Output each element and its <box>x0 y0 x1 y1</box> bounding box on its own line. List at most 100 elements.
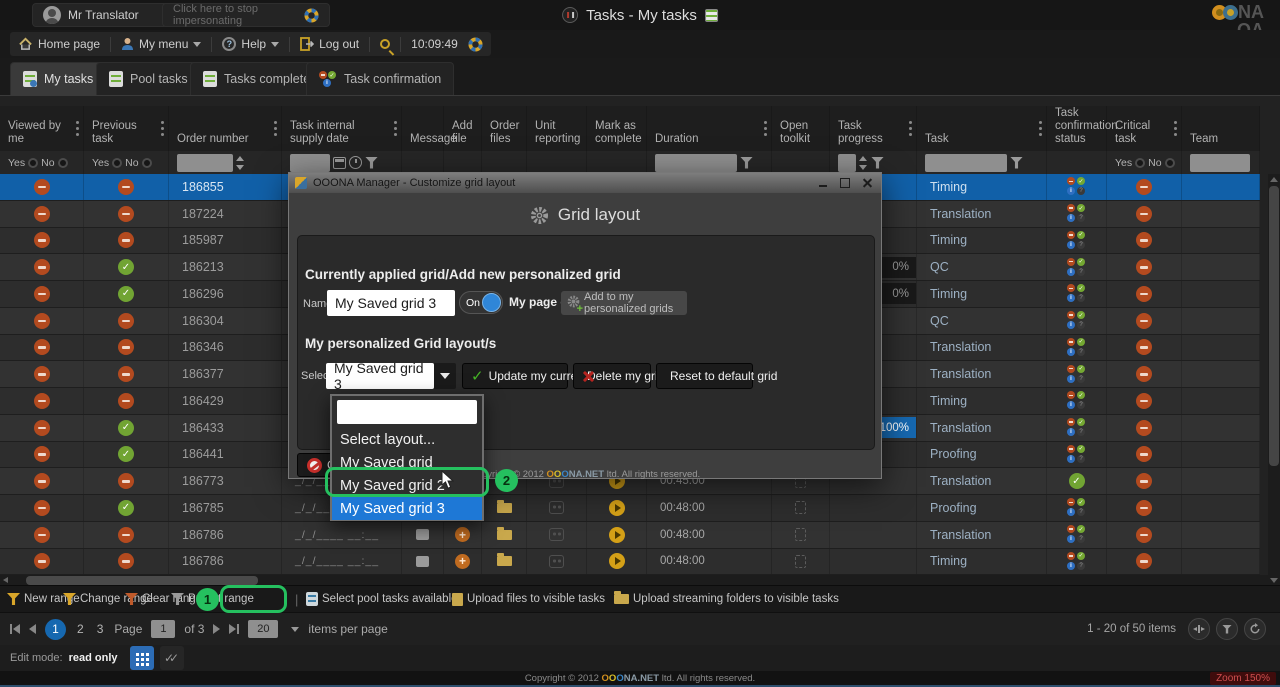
cell-mark-as-complete[interactable] <box>587 522 647 548</box>
filter-funnel-icon[interactable] <box>871 157 884 169</box>
search-button[interactable] <box>380 39 390 49</box>
column-menu-icon[interactable] <box>1039 121 1042 124</box>
cell-mark-as-complete[interactable] <box>587 495 647 521</box>
column-menu-icon[interactable] <box>1174 121 1177 124</box>
grid-name-input[interactable]: My Saved grid 3 <box>327 290 455 316</box>
tab-my-tasks[interactable]: My tasks <box>10 62 106 95</box>
column-menu-icon[interactable] <box>909 121 912 124</box>
upload-streaming-button[interactable]: Upload streaming folders to visible task… <box>614 593 839 605</box>
spinner-icon[interactable] <box>859 155 868 171</box>
cell-add-file[interactable] <box>444 522 482 548</box>
upload-files-button[interactable]: Upload files to visible tasks <box>452 593 605 606</box>
next-page-button[interactable] <box>213 624 220 634</box>
grid-mode-button[interactable] <box>130 646 154 670</box>
no-radio[interactable] <box>142 158 152 168</box>
combo-dropdown-button[interactable] <box>434 363 456 389</box>
page-number-input[interactable] <box>151 620 175 638</box>
dropdown-filter-input[interactable] <box>337 400 477 424</box>
select-pool-tasks-button[interactable]: Select pool tasks available <box>306 592 458 606</box>
filter-funnel-icon[interactable] <box>740 157 753 169</box>
cell-open-toolkit[interactable] <box>772 549 830 575</box>
cell-team <box>1182 522 1260 548</box>
chevron-down-icon[interactable] <box>291 627 299 632</box>
grid-view-icon[interactable] <box>705 9 718 22</box>
yes-radio[interactable] <box>1135 158 1145 168</box>
dialog-title-bar[interactable]: OOONA Manager - Customize grid layout <box>289 173 881 193</box>
cell-order-files[interactable] <box>482 495 527 521</box>
minimize-button[interactable] <box>815 177 831 190</box>
current-user[interactable]: Mr Translator <box>32 3 174 27</box>
page-1-button[interactable]: 1 <box>45 619 66 640</box>
column-menu-icon[interactable] <box>274 121 277 124</box>
cell-order-files[interactable] <box>482 549 527 575</box>
cell-message[interactable] <box>402 549 444 575</box>
column-menu-icon[interactable] <box>764 121 767 124</box>
grid-select-combo[interactable]: My Saved grid 3 <box>326 363 434 389</box>
delete-grid-button[interactable]: Delete my grid <box>573 363 651 389</box>
reset-grid-button[interactable]: Reset to default grid <box>656 363 753 389</box>
refresh-button[interactable] <box>1244 618 1266 640</box>
fit-columns-button[interactable] <box>1188 618 1210 640</box>
clear-filters-button[interactable] <box>1216 618 1238 640</box>
tab-task-confirmation[interactable]: Task confirmation <box>306 62 454 95</box>
table-row[interactable]: 186785_/_/____ __:__00:48:00Proofing <box>0 495 1260 522</box>
vertical-scroll-thumb[interactable] <box>1269 186 1279 466</box>
home-page-menu-item[interactable]: Home page <box>18 37 100 51</box>
filter-previous-task: YesNo <box>84 151 169 174</box>
dropdown-item-select-layout[interactable]: Select layout... <box>332 428 482 451</box>
cell-unit-reporting[interactable] <box>527 495 587 521</box>
table-row[interactable]: 186786_/_/____ __:__00:48:00Timing <box>0 549 1260 576</box>
page-3-button[interactable]: 3 <box>95 622 106 636</box>
page-default-toggle[interactable]: On <box>459 291 503 314</box>
no-radio[interactable] <box>1165 158 1175 168</box>
filter-input[interactable] <box>838 154 856 172</box>
help-menu-item[interactable]: ? Help <box>222 37 279 51</box>
scroll-left-icon[interactable] <box>3 577 8 583</box>
update-grid-button[interactable]: ✓ Update my current grid <box>462 363 568 389</box>
vertical-scrollbar[interactable] <box>1268 174 1280 586</box>
cell-unit-reporting[interactable] <box>527 549 587 575</box>
cell-add-file[interactable] <box>444 549 482 575</box>
page-2-button[interactable]: 2 <box>75 622 86 636</box>
life-ring-icon[interactable] <box>468 37 483 52</box>
clock-icon[interactable] <box>349 156 362 169</box>
last-page-button[interactable] <box>229 624 239 634</box>
stop-impersonating-button[interactable]: Click here to stop impersonating <box>162 3 330 27</box>
my-menu-item[interactable]: My menu <box>121 37 201 51</box>
filter-funnel-icon[interactable] <box>1010 157 1023 169</box>
maximize-button[interactable] <box>837 177 853 190</box>
filter-input[interactable] <box>655 154 737 172</box>
yes-radio[interactable] <box>28 158 38 168</box>
dropdown-item-my-saved-grid-3[interactable]: My Saved grid 3 <box>332 497 482 520</box>
cell-open-toolkit[interactable] <box>772 522 830 548</box>
add-to-grids-button[interactable]: Add to my personalized grids <box>561 291 687 315</box>
cell-mark-as-complete[interactable] <box>587 549 647 575</box>
column-menu-icon[interactable] <box>161 121 164 124</box>
scroll-up-icon[interactable] <box>1270 177 1278 182</box>
column-menu-icon[interactable] <box>394 121 397 124</box>
validate-all-button[interactable]: ✓✓ <box>160 646 184 670</box>
spinner-icon[interactable] <box>236 155 245 171</box>
first-page-button[interactable] <box>10 624 20 634</box>
log-out-menu-item[interactable]: Log out <box>300 37 359 51</box>
close-window-button[interactable] <box>859 177 875 190</box>
filter-input[interactable] <box>925 154 1007 172</box>
yes-radio[interactable] <box>112 158 122 168</box>
cell-message[interactable] <box>402 522 444 548</box>
filter-funnel-icon[interactable] <box>365 157 378 169</box>
horizontal-scroll-thumb[interactable] <box>26 576 258 585</box>
scroll-down-icon[interactable] <box>1270 578 1278 583</box>
filter-input[interactable] <box>290 154 330 172</box>
filter-input[interactable] <box>1190 154 1250 172</box>
tab-pool-tasks[interactable]: Pool tasks <box>96 62 201 95</box>
cell-order-files[interactable] <box>482 522 527 548</box>
previous-page-button[interactable] <box>29 624 36 634</box>
cell-unit-reporting[interactable] <box>527 522 587 548</box>
cell-open-toolkit[interactable] <box>772 495 830 521</box>
calendar-icon[interactable] <box>333 157 346 169</box>
no-radio[interactable] <box>58 158 68 168</box>
column-menu-icon[interactable] <box>76 121 79 124</box>
filter-input[interactable] <box>177 154 233 172</box>
items-per-page-select[interactable]: 20 <box>248 620 278 638</box>
table-row[interactable]: 186786_/_/____ __:__00:48:00Translation <box>0 522 1260 549</box>
